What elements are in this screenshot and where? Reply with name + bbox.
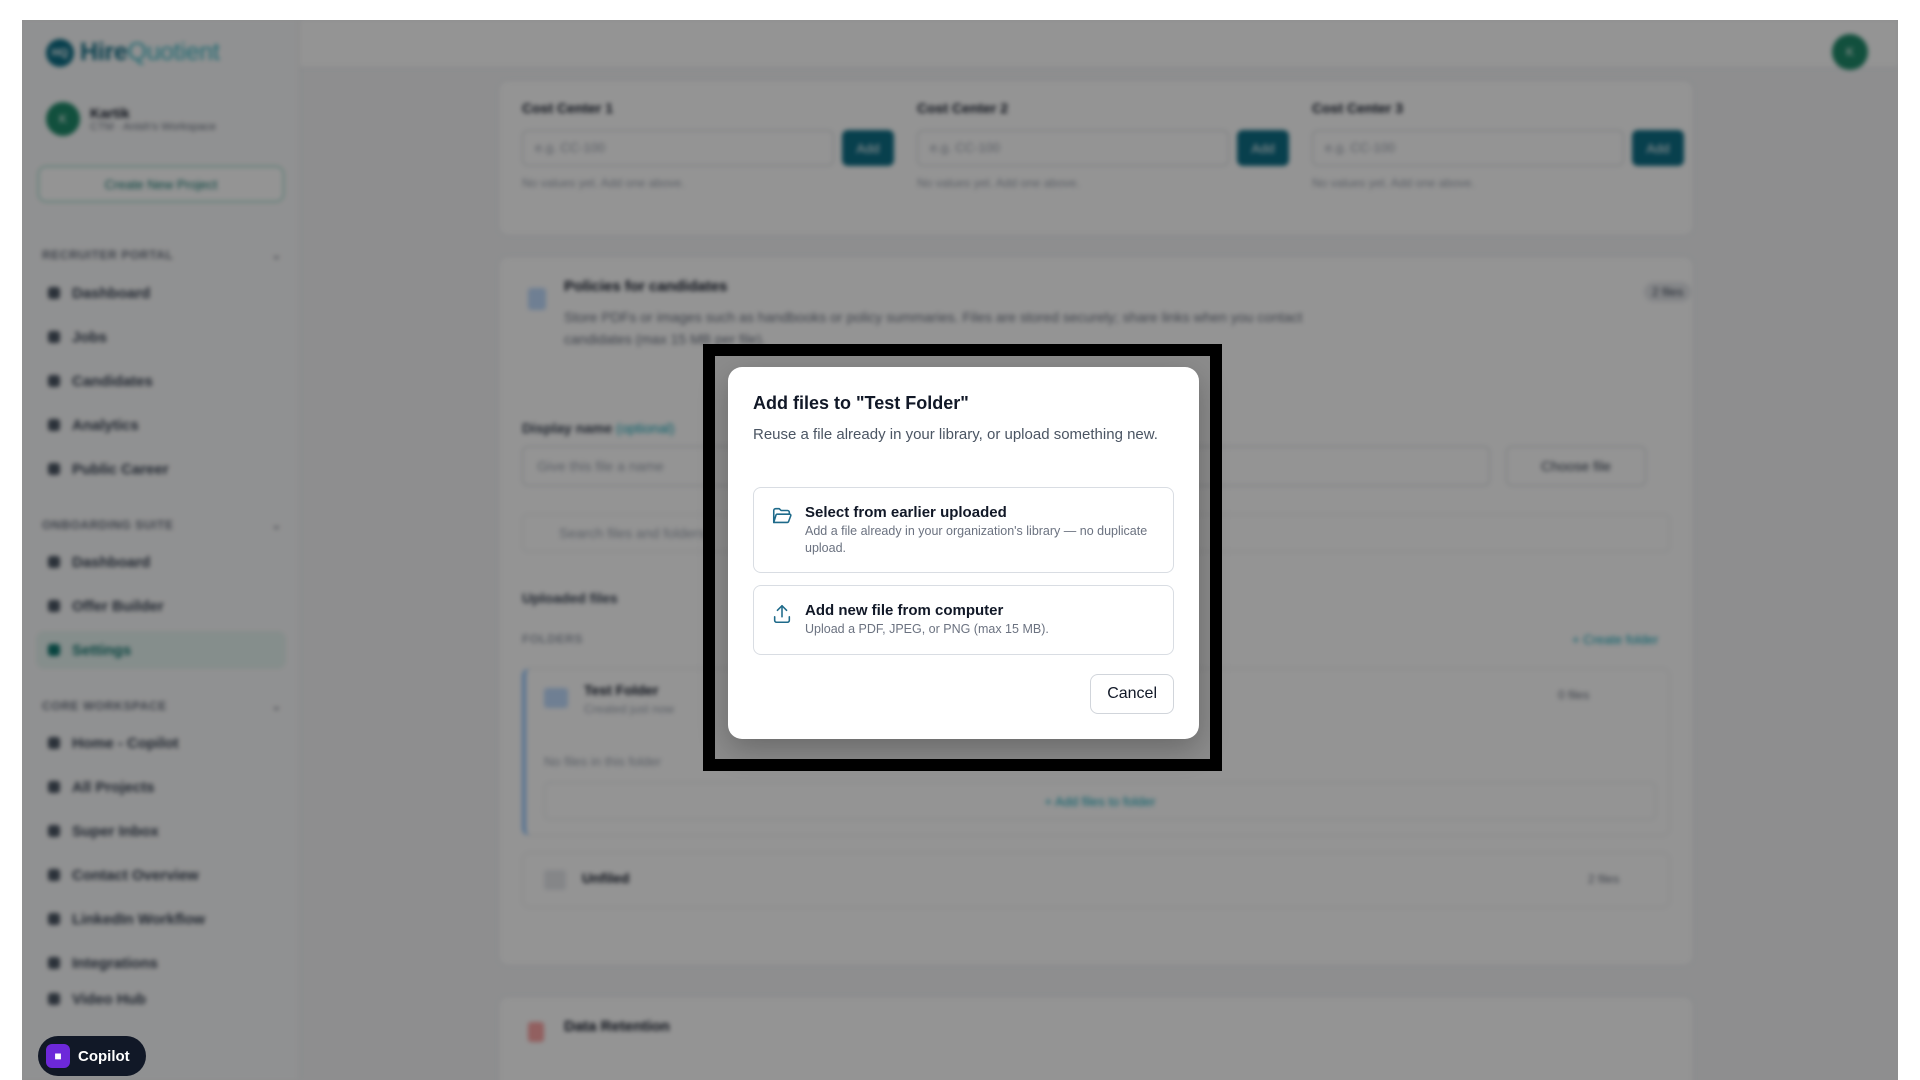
option-title: Add new file from computer	[805, 602, 1004, 619]
copilot-button[interactable]: ■ Copilot	[38, 1036, 146, 1076]
copilot-label: Copilot	[78, 1047, 130, 1065]
option-description: Upload a PDF, JPEG, or PNG (max 15 MB).	[805, 622, 1049, 636]
option-title: Select from earlier uploaded	[805, 504, 1007, 521]
select-earlier-uploaded-option[interactable]: Select from earlier uploaded Add a file …	[753, 487, 1174, 573]
cancel-button[interactable]: Cancel	[1090, 674, 1174, 714]
folder-open-icon	[772, 507, 792, 524]
upload-icon	[773, 604, 791, 624]
dialog-title: Add files to "Test Folder"	[753, 393, 969, 413]
add-new-file-option[interactable]: Add new file from computer Upload a PDF,…	[753, 585, 1174, 655]
add-files-dialog: Add files to "Test Folder" Reuse a file …	[728, 367, 1199, 739]
dialog-subtitle: Reuse a file already in your library, or…	[753, 426, 1158, 443]
option-description: Add a file already in your organization'…	[805, 524, 1148, 555]
robot-icon: ■	[46, 1044, 70, 1068]
